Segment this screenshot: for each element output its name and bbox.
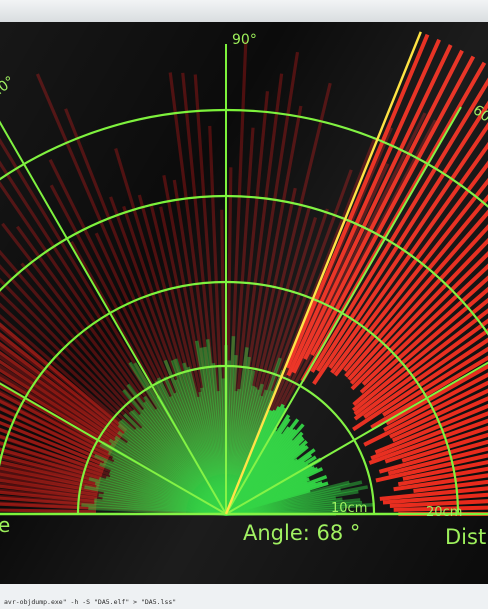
angle-label-90: 90°	[232, 32, 257, 48]
radar-canvas: 90° 60 20° 10cm 20cm e Angle: 68 ° Dist	[0, 31, 488, 549]
angle-label-120: 20°	[0, 73, 18, 100]
radar-display: 90° 60 20° 10cm 20cm e Angle: 68 ° Dist	[0, 22, 488, 584]
detection-line	[310, 77, 488, 373]
terminal-command: avr-objdump.exe" -h -S "DA5.elf" > "DA5.…	[4, 598, 177, 606]
distance-readout: Dist	[445, 525, 486, 549]
distance-label-10cm: 10cm	[331, 501, 367, 516]
window-title-bar	[0, 0, 488, 22]
angle-readout: Angle: 68 °	[243, 521, 360, 545]
bottom-left-label: e	[0, 513, 10, 537]
distance-label-20cm: 20cm	[426, 505, 462, 520]
